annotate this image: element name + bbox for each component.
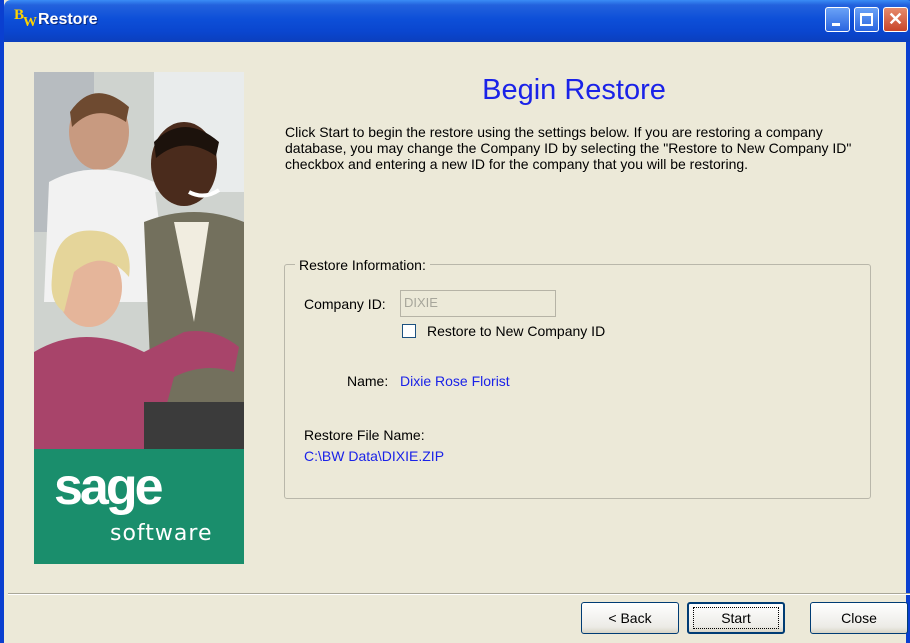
sage-logo: sage software xyxy=(34,449,244,564)
people-photo-illustration xyxy=(34,72,244,452)
bw-app-icon: BW xyxy=(14,7,37,30)
company-id-label: Company ID: xyxy=(304,296,386,312)
restore-window: BW Restore ✕ sage software Begin Restore… xyxy=(0,0,910,643)
name-label: Name: xyxy=(347,373,389,389)
back-button[interactable]: < Back xyxy=(581,602,679,634)
close-icon: ✕ xyxy=(887,9,904,29)
maximize-icon xyxy=(860,13,873,26)
page-title: Begin Restore xyxy=(482,74,666,106)
start-button[interactable]: Start xyxy=(687,602,785,634)
focus-rect xyxy=(693,607,779,629)
company-id-field[interactable]: DIXIE xyxy=(400,290,556,317)
restore-file-label: Restore File Name: xyxy=(304,427,425,443)
brand-tagline: software xyxy=(110,521,213,546)
maximize-button[interactable] xyxy=(854,7,879,32)
restore-new-id-label[interactable]: Restore to New Company ID xyxy=(427,323,605,339)
window-title: Restore xyxy=(38,11,98,28)
restore-new-id-checkbox[interactable] xyxy=(402,324,416,338)
close-button[interactable]: Close xyxy=(810,602,908,634)
footer-divider xyxy=(8,593,910,595)
group-legend: Restore Information: xyxy=(295,257,430,273)
company-name-value: Dixie Rose Florist xyxy=(400,373,510,389)
minimize-icon xyxy=(832,23,840,26)
restore-file-value: C:\BW Data\DIXIE.ZIP xyxy=(304,448,445,464)
minimize-button[interactable] xyxy=(825,7,850,32)
title-bar[interactable]: BW Restore ✕ xyxy=(4,0,910,42)
close-window-button[interactable]: ✕ xyxy=(883,7,908,32)
brand-name: sage xyxy=(54,458,164,516)
intro-text: Click Start to begin the restore using t… xyxy=(285,124,852,172)
